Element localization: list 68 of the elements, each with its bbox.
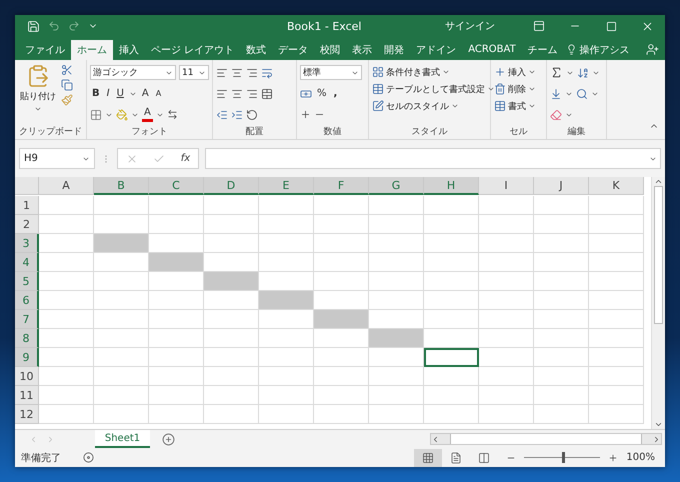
cells-menu-button[interactable]: 書式 bbox=[494, 98, 536, 115]
ribbon-tab[interactable]: 表示 bbox=[346, 40, 378, 60]
column-header[interactable]: F bbox=[314, 177, 369, 196]
group-label: 配置 bbox=[244, 126, 264, 140]
bold-button[interactable]: B bbox=[90, 88, 102, 100]
name-box[interactable]: H9 bbox=[19, 148, 95, 170]
row-header[interactable]: 10 bbox=[15, 367, 39, 386]
comma-button[interactable]: , bbox=[332, 88, 340, 100]
ribbon-tab[interactable]: ホーム bbox=[71, 40, 113, 60]
group-label: 編集 bbox=[566, 126, 586, 140]
cells-menu-button[interactable]: 挿入 bbox=[494, 64, 536, 81]
row-header[interactable]: 6 bbox=[15, 291, 39, 310]
italic-button[interactable]: I bbox=[104, 88, 112, 100]
column-header[interactable]: K bbox=[589, 177, 644, 196]
window-title: Book1 - Excel bbox=[287, 20, 362, 33]
grow-font-button[interactable]: A bbox=[140, 88, 151, 100]
sign-in-link[interactable]: サインイン bbox=[445, 19, 495, 34]
underline-button[interactable]: U bbox=[114, 88, 126, 100]
column-header[interactable]: C bbox=[149, 177, 204, 196]
ribbon-tab[interactable]: 校閲 bbox=[314, 40, 346, 60]
ribbon-tab[interactable]: 数式 bbox=[240, 40, 272, 60]
zoom-reading[interactable]: 100% bbox=[626, 452, 655, 464]
column-header[interactable]: I bbox=[479, 177, 534, 196]
shrink-font-button[interactable]: A bbox=[154, 88, 164, 100]
insert-function-button[interactable]: fx bbox=[180, 153, 190, 164]
group-label: スタイル bbox=[410, 126, 448, 140]
row-header[interactable]: 4 bbox=[15, 253, 39, 272]
group-label: 数値 bbox=[322, 126, 342, 140]
group-label: セル bbox=[508, 126, 528, 140]
column-header[interactable]: A bbox=[39, 177, 94, 196]
ribbon-tab[interactable]: ACROBAT bbox=[462, 40, 522, 60]
paste-button[interactable]: 貼り付け bbox=[18, 64, 58, 126]
row-header[interactable]: 8 bbox=[15, 329, 39, 348]
row-header[interactable]: 11 bbox=[15, 386, 39, 406]
column-header[interactable]: J bbox=[534, 177, 589, 196]
ribbon-tab[interactable]: アドイン bbox=[410, 40, 462, 60]
group-label: クリップボード bbox=[18, 125, 83, 140]
row-header[interactable]: 3 bbox=[15, 234, 39, 254]
row-header[interactable]: 5 bbox=[15, 272, 39, 292]
ribbon-tab[interactable]: 開発 bbox=[378, 40, 410, 60]
font-size-field[interactable]: 11 bbox=[179, 65, 209, 80]
column-header[interactable]: B bbox=[94, 177, 149, 196]
group-label: フォント bbox=[130, 126, 168, 140]
row-header[interactable]: 2 bbox=[15, 215, 39, 234]
row-header[interactable]: 12 bbox=[15, 405, 39, 424]
row-header[interactable]: 9 bbox=[15, 348, 39, 368]
ribbon-tab[interactable]: 挿入 bbox=[113, 40, 145, 60]
column-header[interactable]: G bbox=[369, 177, 424, 196]
row-header[interactable]: 1 bbox=[15, 196, 39, 216]
percent-button[interactable]: % bbox=[315, 88, 329, 100]
ribbon-tab[interactable]: ページ レイアウト bbox=[145, 40, 240, 60]
ribbon-tab[interactable]: チーム bbox=[522, 40, 564, 60]
cells-menu-button[interactable]: 削除 bbox=[494, 80, 536, 98]
font-color-button[interactable]: A bbox=[142, 107, 153, 122]
tell-me-field[interactable]: 操作アシス bbox=[566, 40, 630, 60]
status-text: 準備完了 bbox=[21, 452, 61, 465]
style-menu-button[interactable]: テーブルとして書式設定 bbox=[372, 80, 495, 98]
style-menu-button[interactable]: 条件付き書式 bbox=[372, 64, 495, 81]
style-menu-button[interactable]: セルのスタイル bbox=[372, 98, 495, 115]
font-name-field[interactable]: 游ゴシック bbox=[90, 65, 176, 80]
sheet-tab[interactable]: Sheet1 bbox=[95, 430, 150, 448]
number-format-field[interactable]: 標準 bbox=[300, 65, 362, 80]
row-header[interactable]: 7 bbox=[15, 310, 39, 330]
ribbon-tab[interactable]: ファイル bbox=[19, 40, 71, 60]
column-header[interactable]: E bbox=[259, 177, 314, 196]
column-header[interactable]: H bbox=[424, 177, 479, 196]
ribbon-tab[interactable]: データ bbox=[272, 40, 314, 60]
column-header[interactable]: D bbox=[204, 177, 259, 196]
